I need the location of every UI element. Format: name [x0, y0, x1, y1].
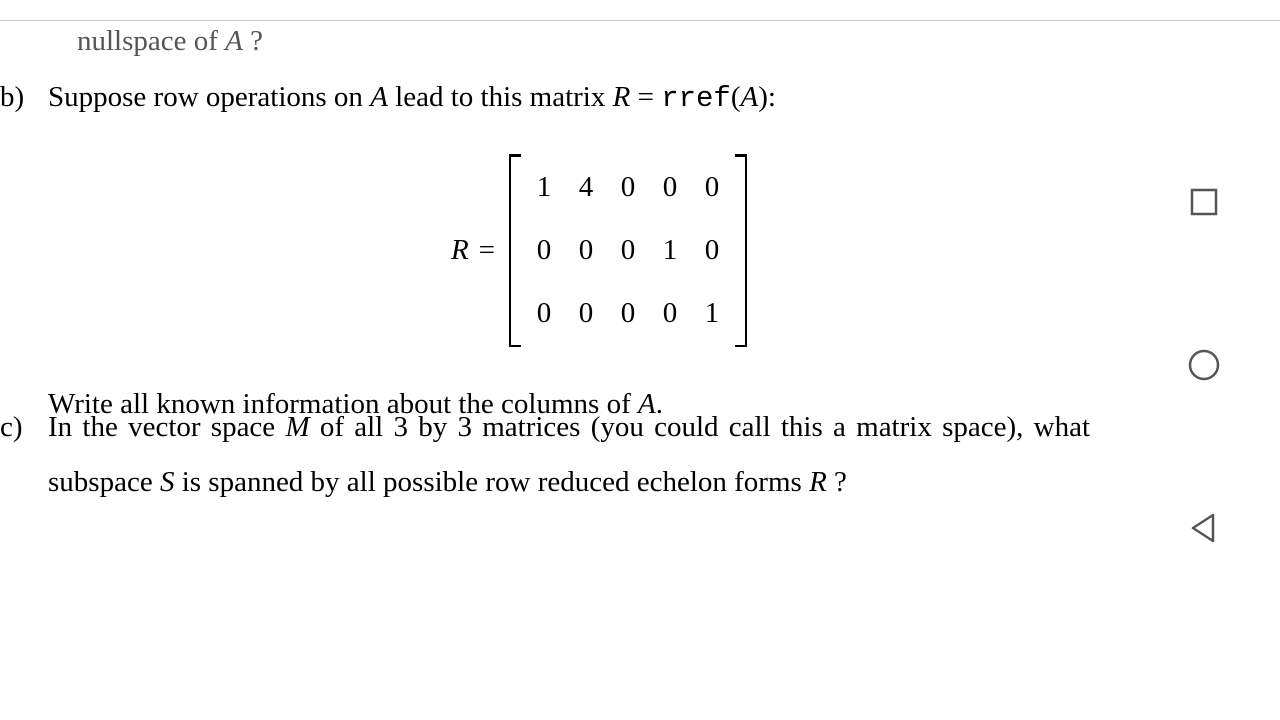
part-c-label: c) — [0, 400, 23, 455]
matrix-grid: 1 4 0 0 0 0 0 0 1 0 0 0 0 — [525, 154, 731, 347]
part-b-label: b) — [0, 70, 24, 125]
matrix-cell: 0 — [619, 286, 637, 341]
matrix-equation: R = 1 4 0 0 0 0 0 0 1 — [48, 154, 1110, 347]
b-line1-rref: rref — [661, 82, 731, 115]
matrix-lhs: R — [451, 223, 469, 278]
matrix-cell: 4 — [577, 160, 595, 215]
matrix-cell: 0 — [661, 160, 679, 215]
matrix-cell: 0 — [535, 286, 553, 341]
device-navigation-bar — [1164, 0, 1244, 720]
b-line1-A: A — [370, 81, 388, 113]
matrix-cell: 0 — [535, 223, 553, 278]
back-icon[interactable] — [1182, 506, 1226, 550]
part-b-body: Suppose row operations on A lead to this… — [48, 70, 1110, 432]
content-area: b) Suppose row operations on A lead to t… — [0, 0, 1110, 720]
c-seg4: ? — [827, 466, 847, 498]
c-var-S: S — [160, 466, 175, 498]
recent-apps-icon[interactable] — [1182, 180, 1226, 224]
matrix-cell: 0 — [703, 160, 721, 215]
c-var-R: R — [809, 466, 827, 498]
b-line1-eq: = — [630, 81, 661, 113]
matrix-wrap: R = 1 4 0 0 0 0 0 0 1 — [451, 154, 747, 347]
c-var-M: M — [285, 411, 309, 443]
matrix-cell: 1 — [703, 286, 721, 341]
matrix-cell: 0 — [619, 223, 637, 278]
part-b: b) Suppose row operations on A lead to t… — [0, 70, 1110, 432]
matrix-cell: 1 — [661, 223, 679, 278]
b-line1-pre: Suppose row operations on — [48, 81, 370, 113]
b-line1-mid: lead to this matrix — [388, 81, 613, 113]
b-line1-open: ( — [731, 81, 741, 113]
b-line1-arg-A: A — [741, 81, 759, 113]
matrix-cell: 0 — [619, 160, 637, 215]
b-line1-close: ): — [758, 81, 776, 113]
matrix-cell: 0 — [577, 223, 595, 278]
b-line1-R: R — [613, 81, 631, 113]
home-icon[interactable] — [1182, 343, 1226, 387]
matrix-cell: 0 — [703, 223, 721, 278]
matrix-cell: 0 — [577, 286, 595, 341]
matrix-cell: 0 — [661, 286, 679, 341]
right-bracket-icon — [731, 154, 747, 347]
page: nullspace of A ? b) Suppose row operatio… — [0, 0, 1280, 720]
part-b-line1: Suppose row operations on A lead to this… — [48, 70, 1110, 126]
part-c: c) In the vector space M of all 3 by 3 m… — [0, 400, 1110, 510]
matrix-cell: 1 — [535, 160, 553, 215]
c-seg3: is spanned by all possible row reduced e… — [174, 466, 809, 498]
left-bracket-icon — [509, 154, 525, 347]
c-seg1: In the vector space — [48, 411, 285, 443]
part-c-body: In the vector space M of all 3 by 3 matr… — [48, 400, 1110, 510]
matrix-eq: = — [479, 223, 495, 278]
